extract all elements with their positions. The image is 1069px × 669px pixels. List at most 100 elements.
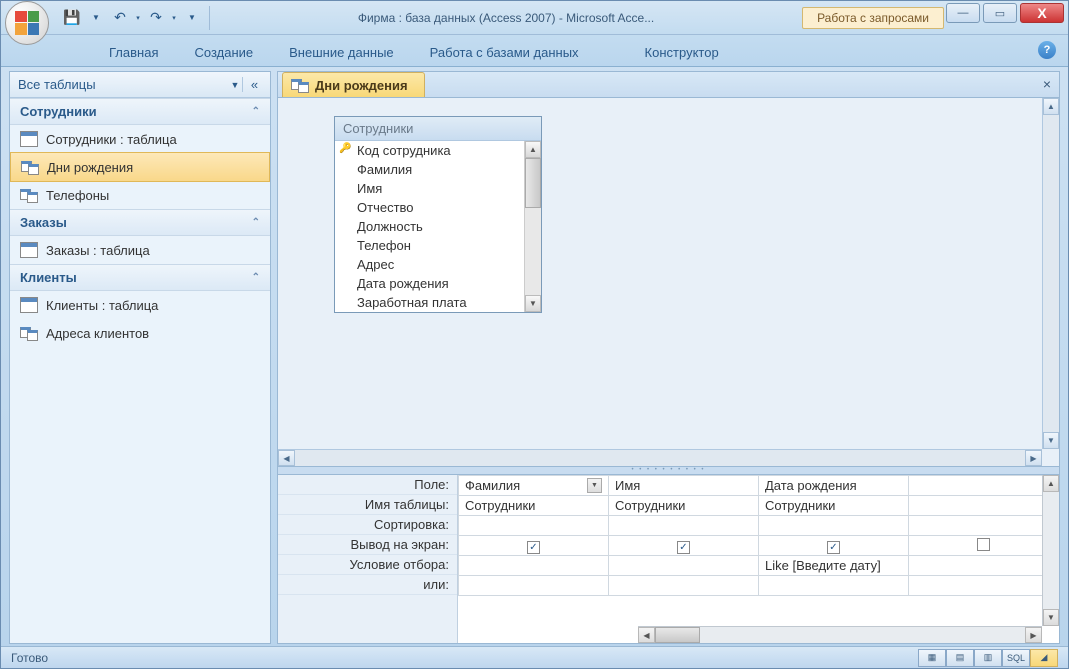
scroll-thumb[interactable]	[655, 627, 700, 643]
close-button[interactable]: X	[1020, 3, 1064, 23]
navigation-pane: Все таблицы ▼ « Сотрудники⌃Сотрудники : …	[9, 71, 271, 644]
maximize-button[interactable]: ▭	[983, 3, 1017, 23]
help-icon[interactable]: ?	[1038, 41, 1056, 59]
nav-pane-header[interactable]: Все таблицы ▼ «	[10, 72, 270, 98]
nav-item[interactable]: Сотрудники : таблица	[10, 125, 270, 153]
grid-cell[interactable]	[759, 516, 909, 536]
nav-item[interactable]: Телефоны	[10, 181, 270, 209]
query-design-upper[interactable]: Сотрудники Код сотрудникаФамилияИмяОтчес…	[278, 98, 1059, 467]
grid-cell[interactable]	[759, 576, 909, 596]
upper-horizontal-scrollbar[interactable]: ◀ ▶	[278, 449, 1042, 466]
grid-cell[interactable]	[909, 576, 1059, 596]
scroll-down-icon[interactable]: ▼	[1043, 609, 1059, 626]
grid-cell[interactable]	[909, 516, 1059, 536]
field-list-item[interactable]: Имя	[335, 179, 541, 198]
grid-body[interactable]: Фамилия▼ИмяДата рожденияСотрудникиСотруд…	[458, 475, 1059, 643]
field-list-item[interactable]: Фамилия	[335, 160, 541, 179]
nav-item[interactable]: Клиенты : таблица	[10, 291, 270, 319]
redo-button[interactable]: ↷	[145, 7, 167, 29]
view-sql-button[interactable]: SQL	[1002, 649, 1030, 667]
ribbon-tab-create[interactable]: Создание	[176, 39, 271, 66]
field-list-scrollbar[interactable]: ▲ ▼	[524, 141, 541, 312]
nav-group-header[interactable]: Заказы⌃	[10, 209, 270, 236]
grid-cell[interactable]	[609, 556, 759, 576]
scroll-thumb[interactable]	[525, 158, 541, 208]
query-icon	[20, 187, 38, 203]
nav-dropdown-icon[interactable]: ▼	[228, 80, 242, 90]
grid-cell[interactable]: Дата рождения	[759, 476, 909, 496]
grid-cell[interactable]	[459, 556, 609, 576]
grid-cell[interactable]	[909, 556, 1059, 576]
qat-dropdown[interactable]: ▼	[85, 7, 107, 29]
grid-cell[interactable]	[609, 576, 759, 596]
ribbon-tab-home[interactable]: Главная	[91, 39, 176, 66]
ribbon-tab-design[interactable]: Конструктор	[627, 39, 737, 66]
scroll-up-icon[interactable]: ▲	[525, 141, 541, 158]
grid-cell[interactable]: Фамилия▼	[459, 476, 609, 496]
dropdown-icon[interactable]: ▼	[587, 478, 602, 493]
grid-cell[interactable]: ✓	[459, 536, 609, 556]
grid-cell[interactable]: Like [Введите дату]	[759, 556, 909, 576]
grid-cell[interactable]	[459, 576, 609, 596]
nav-item[interactable]: Адреса клиентов	[10, 319, 270, 347]
upper-vertical-scrollbar[interactable]: ▲ ▼	[1042, 98, 1059, 449]
save-button[interactable]: 💾	[61, 7, 83, 29]
undo-button[interactable]: ↶	[109, 7, 131, 29]
show-checkbox[interactable]: ✓	[677, 541, 690, 554]
field-list-item[interactable]: Дата рождения	[335, 274, 541, 293]
table-field-list[interactable]: Сотрудники Код сотрудникаФамилияИмяОтчес…	[334, 116, 542, 313]
ribbon-tab-external[interactable]: Внешние данные	[271, 39, 412, 66]
grid-vertical-scrollbar[interactable]: ▲ ▼	[1042, 475, 1059, 626]
show-checkbox[interactable]	[977, 538, 990, 551]
grid-horizontal-scrollbar[interactable]: ◀ ▶	[638, 626, 1042, 643]
window-controls: — ▭ X	[946, 3, 1064, 23]
grid-cell[interactable]: Сотрудники	[459, 496, 609, 516]
grid-cell[interactable]: Сотрудники	[759, 496, 909, 516]
field-list-item[interactable]: Отчество	[335, 198, 541, 217]
grid-cell[interactable]	[909, 496, 1059, 516]
field-list-item[interactable]: Должность	[335, 217, 541, 236]
grid-cell[interactable]: ✓	[609, 536, 759, 556]
minimize-button[interactable]: —	[946, 3, 980, 23]
scroll-left-icon[interactable]: ◀	[638, 627, 655, 643]
show-checkbox[interactable]: ✓	[827, 541, 840, 554]
document-tab[interactable]: Дни рождения	[282, 72, 425, 97]
view-pivotchart-button[interactable]: ▥	[974, 649, 1002, 667]
ribbon-tab-db-tools[interactable]: Работа с базами данных	[412, 39, 597, 66]
nav-group-header[interactable]: Клиенты⌃	[10, 264, 270, 291]
view-design-button[interactable]: ◢	[1030, 649, 1058, 667]
pane-splitter[interactable]: • • • • • • • • • •	[278, 467, 1059, 475]
grid-cell[interactable]: Сотрудники	[609, 496, 759, 516]
nav-collapse-button[interactable]: «	[242, 77, 262, 92]
grid-cell[interactable]	[909, 476, 1059, 496]
grid-cell[interactable]	[609, 516, 759, 536]
field-list-item[interactable]: Телефон	[335, 236, 541, 255]
scroll-up-icon[interactable]: ▲	[1043, 475, 1059, 492]
scroll-left-icon[interactable]: ◀	[278, 450, 295, 466]
grid-cell[interactable]	[459, 516, 609, 536]
field-list-item[interactable]: Заработная плата	[335, 293, 541, 312]
qat-customize[interactable]: ▼	[181, 7, 203, 29]
scroll-right-icon[interactable]: ▶	[1025, 450, 1042, 466]
view-datasheet-button[interactable]: ▦	[918, 649, 946, 667]
contextual-tab-label: Работа с запросами	[802, 7, 944, 29]
nav-item[interactable]: Дни рождения	[10, 152, 270, 182]
document-close-button[interactable]: ×	[1043, 76, 1051, 92]
field-list-item[interactable]: Адрес	[335, 255, 541, 274]
grid-cell[interactable]: ✓	[759, 536, 909, 556]
scroll-down-icon[interactable]: ▼	[525, 295, 541, 312]
scroll-up-icon[interactable]: ▲	[1043, 98, 1059, 115]
scroll-right-icon[interactable]: ▶	[1025, 627, 1042, 643]
redo-dropdown[interactable]: ▾	[169, 7, 179, 29]
nav-item[interactable]: Заказы : таблица	[10, 236, 270, 264]
nav-group-header[interactable]: Сотрудники⌃	[10, 98, 270, 125]
office-button[interactable]	[5, 1, 49, 45]
view-pivottable-button[interactable]: ▤	[946, 649, 974, 667]
scroll-down-icon[interactable]: ▼	[1043, 432, 1059, 449]
nav-group-label: Сотрудники	[20, 104, 252, 119]
undo-dropdown[interactable]: ▾	[133, 7, 143, 29]
field-list-item[interactable]: Код сотрудника	[335, 141, 541, 160]
grid-cell[interactable]: Имя	[609, 476, 759, 496]
grid-cell[interactable]	[909, 536, 1059, 556]
show-checkbox[interactable]: ✓	[527, 541, 540, 554]
